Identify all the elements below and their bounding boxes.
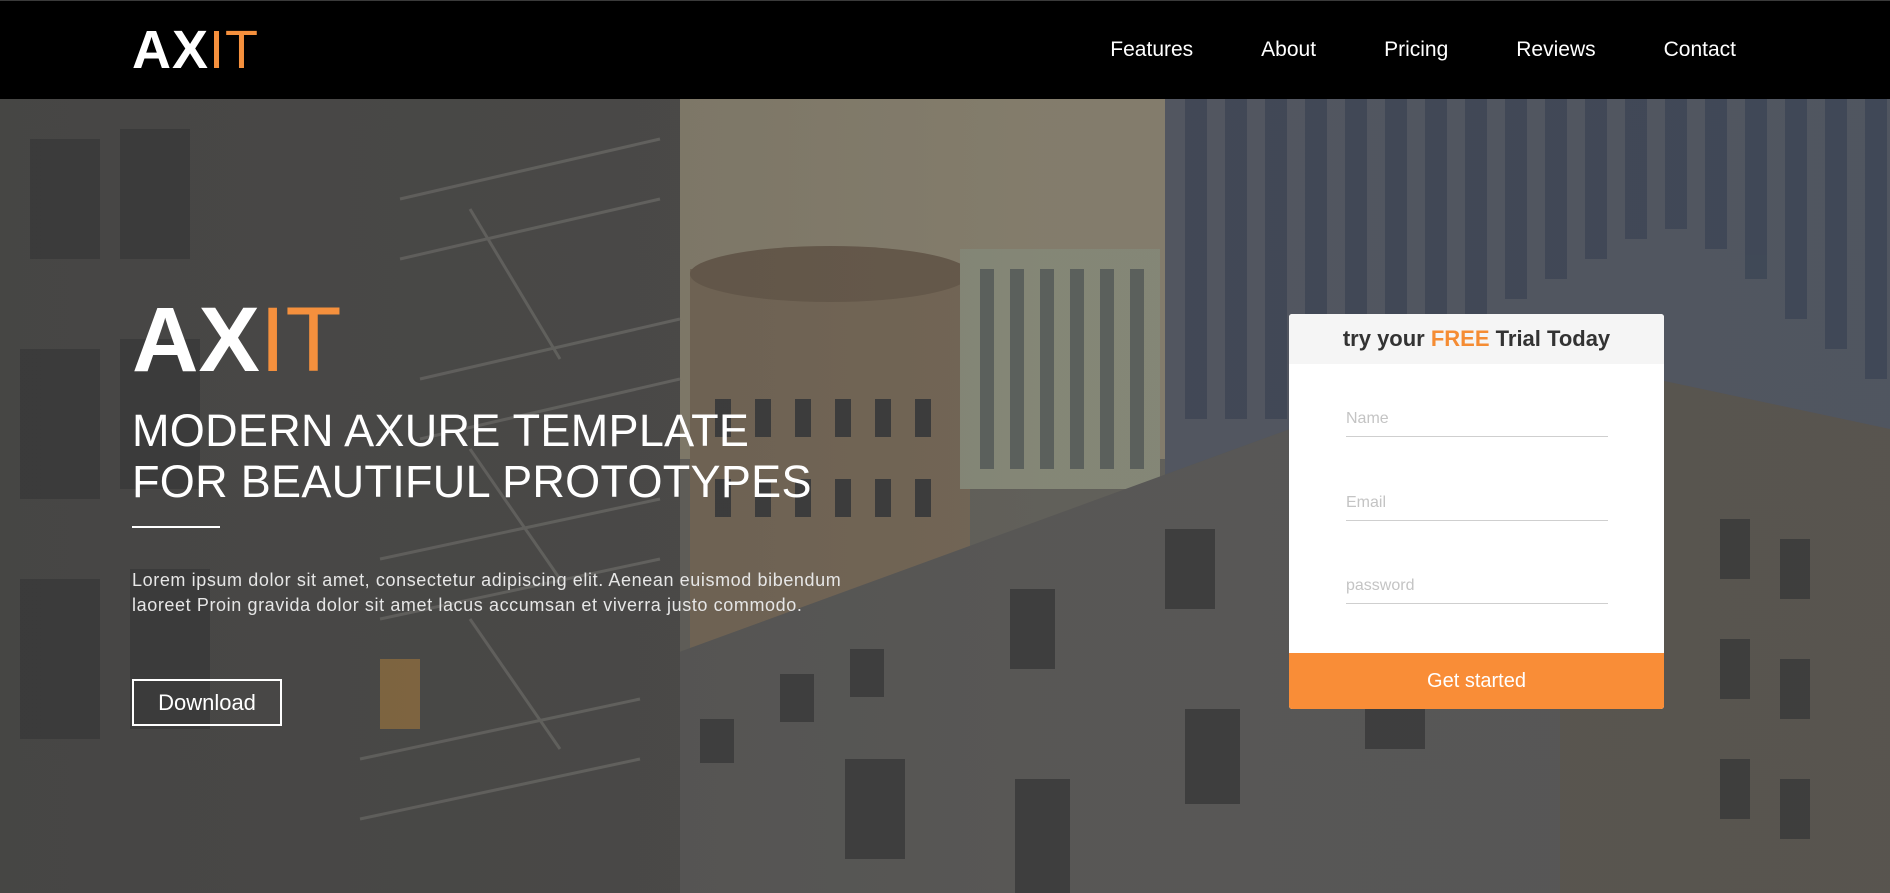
top-navbar: AXIT Features About Pricing Reviews Cont… xyxy=(0,0,1890,99)
hero-headline: MODERN AXURE TEMPLATE FOR BEAUTIFUL PROT… xyxy=(132,405,812,507)
signup-title-suffix: Trial Today xyxy=(1489,326,1611,351)
hero-logo-it: IT xyxy=(259,289,342,391)
nav-pricing[interactable]: Pricing xyxy=(1384,38,1448,62)
logo-ax: AX xyxy=(132,20,210,80)
download-button[interactable]: Download xyxy=(132,679,282,726)
hero-logo-ax: AX xyxy=(132,289,260,391)
nav-reviews[interactable]: Reviews xyxy=(1516,38,1595,62)
site-logo[interactable]: AXIT xyxy=(132,23,259,77)
headline-line-2: FOR BEAUTIFUL PROTOTYPES xyxy=(132,456,812,507)
password-field[interactable] xyxy=(1346,569,1608,604)
signup-title: try your FREE Trial Today xyxy=(1289,314,1664,364)
signup-title-prefix: try your xyxy=(1342,326,1431,351)
hero-logo: AXIT xyxy=(132,294,342,386)
hero-description: Lorem ipsum dolor sit amet, consectetur … xyxy=(132,570,842,615)
nav-about[interactable]: About xyxy=(1261,38,1316,62)
headline-line-1: MODERN AXURE TEMPLATE xyxy=(132,405,750,456)
logo-it: IT xyxy=(209,20,260,80)
get-started-button[interactable]: Get started xyxy=(1289,653,1664,709)
nav-features[interactable]: Features xyxy=(1110,38,1193,62)
signup-card: try your FREE Trial Today Get started xyxy=(1289,314,1664,709)
email-field[interactable] xyxy=(1346,486,1608,521)
name-field[interactable] xyxy=(1346,402,1608,437)
headline-divider xyxy=(132,526,220,528)
signup-title-free: FREE xyxy=(1430,326,1490,351)
nav-contact[interactable]: Contact xyxy=(1664,38,1736,62)
main-nav: Features About Pricing Reviews Contact xyxy=(1042,38,1736,62)
